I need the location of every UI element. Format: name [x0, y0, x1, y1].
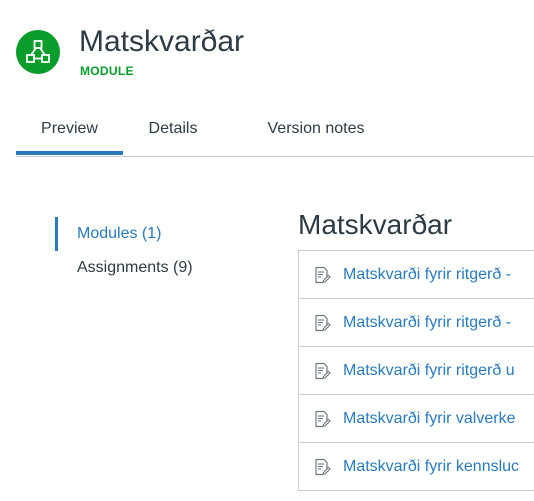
- sidebar-item-assignments[interactable]: Assignments (9): [55, 251, 193, 285]
- tab-details[interactable]: Details: [132, 110, 214, 154]
- assignment-link[interactable]: Matskvarði fyrir ritgerð u: [343, 362, 515, 380]
- assignment-list: Matskvarði fyrir ritgerð - Matskvarði fy…: [298, 250, 534, 491]
- tab-bar: Preview Details Version notes: [16, 110, 534, 157]
- assignment-icon: [313, 266, 331, 284]
- section-title: Matskvarðar: [298, 209, 453, 240]
- page: Matskvarðar MODULE Preview Details Versi…: [0, 0, 534, 501]
- assignment-icon: [313, 458, 331, 476]
- list-item[interactable]: Matskvarði fyrir ritgerð -: [298, 299, 534, 347]
- sidebar-item-modules[interactable]: Modules (1): [55, 217, 193, 251]
- item-type-label: MODULE: [80, 64, 134, 78]
- assignment-link[interactable]: Matskvarði fyrir ritgerð -: [343, 314, 511, 332]
- assignment-icon: [313, 410, 331, 428]
- module-icon: [16, 30, 60, 74]
- list-item[interactable]: Matskvarði fyrir valverke: [298, 395, 534, 443]
- list-item[interactable]: Matskvarði fyrir ritgerð u: [298, 347, 534, 395]
- assignment-link[interactable]: Matskvarði fyrir valverke: [343, 410, 515, 428]
- list-item[interactable]: Matskvarði fyrir ritgerð -: [298, 251, 534, 299]
- tab-version-notes[interactable]: Version notes: [232, 110, 400, 154]
- list-item[interactable]: Matskvarði fyrir kennsluc: [298, 443, 534, 491]
- assignment-link[interactable]: Matskvarði fyrir ritgerð -: [343, 266, 511, 284]
- tab-preview[interactable]: Preview: [16, 110, 123, 155]
- assignment-icon: [313, 362, 331, 380]
- page-title: Matskvarðar: [79, 25, 245, 58]
- assignment-icon: [313, 314, 331, 332]
- sidebar-nav: Modules (1) Assignments (9): [55, 217, 193, 285]
- assignment-link[interactable]: Matskvarði fyrir kennsluc: [343, 458, 519, 476]
